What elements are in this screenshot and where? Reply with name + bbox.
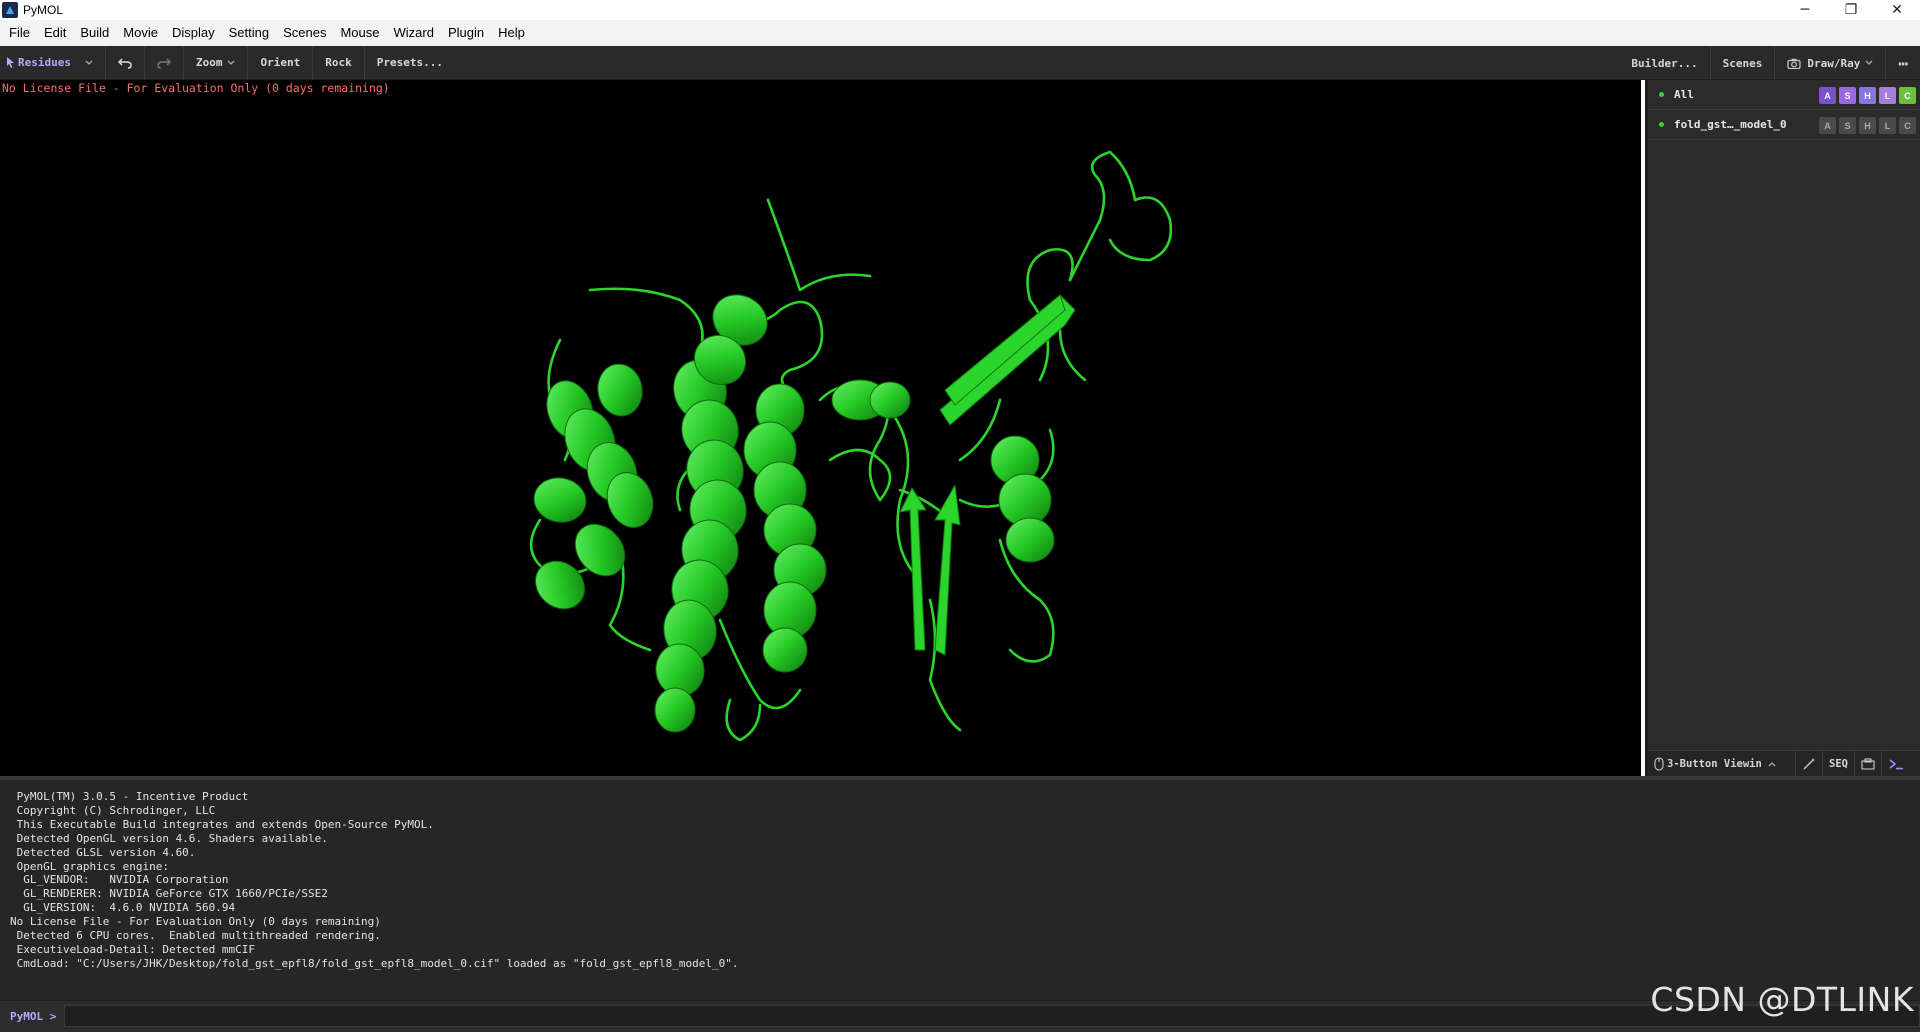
- panel-bottom-bar: 3-Button Viewin SEQ: [1648, 750, 1920, 777]
- object-row-model[interactable]: fold_gst…_model_0 A S H L C: [1648, 110, 1920, 140]
- rock-button[interactable]: Rock: [313, 45, 365, 80]
- chevron-up-icon: [1768, 761, 1776, 766]
- window-title: PyMOL: [23, 3, 64, 17]
- mouse-mode-label: 3-Button Viewin: [1667, 757, 1762, 770]
- command-prompt: PyMOL >: [10, 1010, 57, 1023]
- console-line: GL_VERSION: 4.6.0 NVIDIA 560.94: [10, 901, 236, 915]
- draw-ray-label: Draw/Ray: [1807, 56, 1861, 70]
- wizard-button[interactable]: [1796, 750, 1823, 777]
- label-button[interactable]: L: [1879, 87, 1896, 104]
- object-row-all[interactable]: All A S H L C: [1648, 80, 1920, 110]
- object-name: fold_gst…_model_0: [1674, 118, 1787, 131]
- console-line: ExecutiveLoad-Detail: Detected mmCIF: [10, 942, 256, 956]
- object-action-buttons: A S H L C: [1819, 87, 1916, 104]
- mouse-mode-dropdown[interactable]: 3-Button Viewin: [1648, 750, 1796, 777]
- color-button[interactable]: C: [1899, 87, 1916, 104]
- restore-button[interactable]: ❐: [1828, 0, 1874, 20]
- console-line: GL_VENDOR: NVIDIA Corporation: [10, 873, 229, 887]
- console-line: Detected GLSL version 4.60.: [10, 845, 196, 859]
- menu-movie[interactable]: Movie: [116, 20, 165, 46]
- pymol-app-icon: [2, 2, 18, 18]
- draw-ray-dropdown[interactable]: Draw/Ray: [1774, 46, 1885, 80]
- menu-setting[interactable]: Setting: [222, 20, 276, 46]
- title-bar: PyMOL ─ ❐ ✕: [0, 0, 1920, 20]
- chevron-down-icon: [1865, 60, 1873, 65]
- builder-button[interactable]: Builder...: [1619, 46, 1709, 80]
- chevron-down-icon: [85, 60, 93, 65]
- console-output: PyMOL(TM) 3.0.5 - Incentive Product Copy…: [0, 780, 1920, 1000]
- orient-button[interactable]: Orient: [248, 45, 314, 80]
- label-button[interactable]: L: [1879, 117, 1896, 134]
- console-line: Detected OpenGL version 4.6. Shaders ava…: [10, 831, 328, 845]
- show-button[interactable]: S: [1839, 87, 1856, 104]
- color-button[interactable]: C: [1899, 117, 1916, 134]
- selection-mode-label: Residues: [18, 56, 71, 69]
- more-options-button[interactable]: ⋯: [1885, 46, 1920, 80]
- undo-button[interactable]: [106, 45, 145, 80]
- menu-build[interactable]: Build: [73, 20, 116, 46]
- show-button[interactable]: S: [1839, 117, 1856, 134]
- menu-file[interactable]: File: [2, 20, 37, 46]
- menu-scenes[interactable]: Scenes: [276, 20, 333, 46]
- magic-wand-icon: [1803, 757, 1815, 769]
- mouse-icon: [1654, 756, 1664, 771]
- command-input[interactable]: [64, 1005, 1920, 1027]
- menu-plugin[interactable]: Plugin: [441, 20, 491, 46]
- menu-mouse[interactable]: Mouse: [333, 20, 386, 46]
- object-action-buttons: A S H L C: [1819, 117, 1916, 134]
- hide-button[interactable]: H: [1859, 117, 1876, 134]
- selection-mode-dropdown[interactable]: Residues: [0, 45, 106, 80]
- zoom-dropdown[interactable]: Zoom: [184, 45, 249, 80]
- 3d-viewport[interactable]: No License File - For Evaluation Only (0…: [0, 80, 1641, 776]
- camera-icon: [1787, 58, 1801, 69]
- presets-button[interactable]: Presets...: [365, 46, 455, 80]
- console-line: No License File - For Evaluation Only (0…: [10, 915, 381, 929]
- menu-help[interactable]: Help: [491, 20, 532, 46]
- panel-toggle-button[interactable]: [1855, 750, 1882, 777]
- sequence-toggle-button[interactable]: SEQ: [1823, 750, 1855, 777]
- console-toggle-button[interactable]: [1882, 751, 1910, 777]
- action-button[interactable]: A: [1819, 117, 1836, 134]
- toolbar: Residues Zoom Orient Rock Presets... Bui…: [0, 45, 1920, 80]
- undo-icon: [117, 57, 132, 69]
- redo-icon: [157, 57, 171, 69]
- console-line: OpenGL graphics engine:: [10, 859, 169, 873]
- console-line: Detected 6 CPU cores. Enabled multithrea…: [10, 929, 381, 943]
- close-button[interactable]: ✕: [1874, 0, 1920, 20]
- protein-helices: [533, 294, 1055, 733]
- scenes-button[interactable]: Scenes: [1709, 46, 1775, 80]
- more-icon: ⋯: [1898, 53, 1908, 73]
- menu-bar: File Edit Build Movie Display Setting Sc…: [0, 20, 1920, 46]
- hide-button[interactable]: H: [1859, 87, 1876, 104]
- redo-button[interactable]: [145, 45, 184, 80]
- object-enabled-indicator[interactable]: [1659, 92, 1664, 97]
- console-line: Copyright (C) Schrodinger, LLC: [10, 803, 216, 817]
- cursor-icon: [7, 57, 14, 68]
- object-panel: All A S H L C fold_gst…_model_0 A S H L …: [1645, 80, 1920, 777]
- terminal-icon: [1889, 758, 1903, 769]
- console-line: PyMOL(TM) 3.0.5 - Incentive Product: [10, 790, 249, 803]
- chevron-down-icon: [228, 60, 235, 65]
- object-name: All: [1674, 88, 1694, 101]
- command-line-bar: PyMOL >: [0, 1000, 1920, 1032]
- watermark-text: CSDN @DTLINK: [1650, 980, 1914, 1019]
- menu-display[interactable]: Display: [165, 20, 222, 46]
- minimize-button[interactable]: ─: [1782, 0, 1828, 20]
- console-line: GL_RENDERER: NVIDIA GeForce GTX 1660/PCI…: [10, 887, 328, 901]
- action-button[interactable]: A: [1819, 87, 1836, 104]
- protein-cartoon: [529, 150, 1173, 742]
- menu-wizard[interactable]: Wizard: [386, 20, 440, 46]
- protein-loops: [529, 150, 1173, 742]
- menu-edit[interactable]: Edit: [37, 20, 73, 46]
- window-controls: ─ ❐ ✕: [1782, 0, 1920, 20]
- console-line: This Executable Build integrates and ext…: [10, 817, 434, 831]
- object-enabled-indicator[interactable]: [1659, 122, 1664, 127]
- console-line: CmdLoad: "C:/Users/JHK/Desktop/fold_gst_…: [10, 956, 739, 970]
- toolbar-right: Builder... Scenes Draw/Ray ⋯: [1619, 46, 1920, 80]
- zoom-label: Zoom: [195, 56, 223, 69]
- pymol-window: PyMOL ─ ❐ ✕ File Edit Build Movie Displa…: [0, 0, 1920, 1032]
- panel-icon: [1861, 757, 1875, 770]
